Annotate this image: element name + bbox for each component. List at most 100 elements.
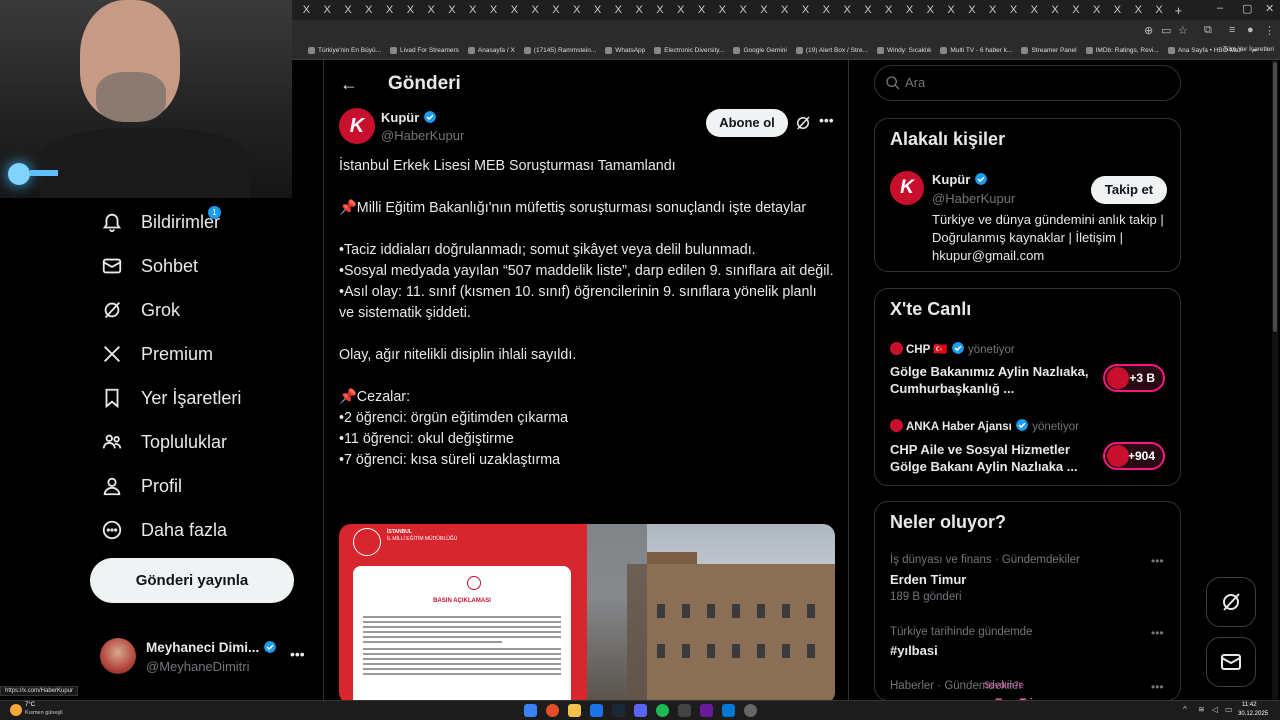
bookmark-item[interactable]: Livad For Streamers [390, 47, 459, 54]
bookmark-item[interactable]: Anasayfa / X [467, 47, 515, 54]
tab-close-icon[interactable]: X [837, 4, 858, 16]
tab-close-icon[interactable]: X [774, 4, 795, 16]
tweet-media[interactable]: İSTANBUL İL MİLLİ EĞİTİM MÜDÜRLÜĞÜ BASIN… [339, 524, 835, 700]
media-school-photo[interactable] [587, 524, 835, 700]
author-handle[interactable]: @HaberKupur [381, 128, 464, 143]
tab-close-icon[interactable]: X [587, 4, 608, 16]
media-icon[interactable]: ≡ [1229, 24, 1235, 36]
tab-close-icon[interactable]: X [962, 4, 983, 16]
nav-item-premium[interactable]: Premium [96, 332, 306, 376]
maximize-icon[interactable]: ▢ [1242, 2, 1252, 15]
weather-icon[interactable] [10, 704, 22, 716]
bookmark-item[interactable]: (19) Alert Box / Stre... [795, 47, 868, 54]
tab-close-icon[interactable]: X [1086, 4, 1107, 16]
tab-close-icon[interactable]: X [525, 4, 546, 16]
nav-item-bookmarks[interactable]: Yer İşaretleri [96, 376, 306, 420]
tab-close-icon[interactable]: X [629, 4, 650, 16]
tab-close-icon[interactable]: X [1149, 4, 1170, 16]
spotify-icon[interactable] [656, 704, 669, 717]
bookmark-item[interactable]: IMDb: Ratings, Revi... [1085, 47, 1159, 54]
live-host[interactable]: CHP 🇹🇷 yönetiyor [890, 341, 1015, 356]
bookmark-item[interactable]: WhatsApp [605, 47, 645, 54]
obs-icon[interactable] [744, 704, 757, 717]
tab-close-icon[interactable]: X [1045, 4, 1066, 16]
nav-item-communities[interactable]: Topluluklar [96, 420, 306, 464]
tab-close-icon[interactable]: X [1107, 4, 1128, 16]
nav-item-more[interactable]: Daha fazla [96, 508, 306, 552]
tab-close-icon[interactable]: X [816, 4, 837, 16]
clock-time[interactable]: 11:42 [1242, 702, 1257, 708]
tab-close-icon[interactable]: X [1024, 4, 1045, 16]
tab-close-icon[interactable]: X [296, 4, 317, 16]
tab-close-icon[interactable]: X [400, 4, 421, 16]
tab-close-icon[interactable]: X [338, 4, 359, 16]
nav-item-chat[interactable]: Sohbet [96, 244, 306, 288]
tab-close-icon[interactable]: X [878, 4, 899, 16]
tab-close-icon[interactable]: X [483, 4, 504, 16]
tab-close-icon[interactable]: X [712, 4, 733, 16]
subscribe-button[interactable]: Abone ol [706, 109, 788, 137]
live-space-title[interactable]: CHP Aile ve Sosyal Hizmetler Gölge Bakan… [890, 441, 1090, 475]
tab-close-icon[interactable]: X [754, 4, 775, 16]
tab-close-icon[interactable]: X [1003, 4, 1024, 16]
related-avatar[interactable]: K [890, 171, 924, 205]
tweet-more-icon[interactable]: ••• [819, 112, 834, 128]
app-icon[interactable] [678, 704, 691, 717]
nav-item-grok[interactable]: Grok [96, 288, 306, 332]
trend-name[interactable]: Erden Timur [890, 572, 966, 587]
trend-more-icon[interactable]: ••• [1151, 680, 1164, 694]
tab-close-icon[interactable]: X [982, 4, 1003, 16]
tab-close-icon[interactable]: X [317, 4, 338, 16]
search-input[interactable]: Ara [874, 65, 1181, 101]
tab-close-icon[interactable]: X [566, 4, 587, 16]
tab-close-icon[interactable]: X [462, 4, 483, 16]
tab-close-icon[interactable]: X [421, 4, 442, 16]
cast-icon[interactable]: ▭ [1161, 24, 1171, 37]
tab-close-icon[interactable]: X [733, 4, 754, 16]
discord-icon[interactable] [634, 704, 647, 717]
author-name[interactable]: Kupür [381, 110, 437, 125]
bookmark-item[interactable]: Google Gemini [733, 47, 787, 54]
related-name[interactable]: Kupür [932, 172, 988, 187]
account-more-icon[interactable]: ••• [290, 646, 305, 662]
trend-more-icon[interactable]: ••• [1151, 626, 1164, 640]
bookmark-item[interactable]: Multi TV - 6 haber k... [940, 47, 1012, 54]
bookmark-item[interactable]: Electronic Diversity... [654, 47, 724, 54]
nav-item-profile[interactable]: Profil [96, 464, 306, 508]
live-listeners-pill[interactable]: +904 [1103, 442, 1165, 470]
zoom-icon[interactable]: ⊕ [1144, 24, 1153, 37]
explorer-icon[interactable] [568, 704, 581, 717]
post-button[interactable]: Gönderi yayınla [90, 558, 294, 603]
extensions-icon[interactable]: ⧉ [1204, 24, 1212, 37]
grok-icon[interactable] [794, 114, 812, 132]
account-switcher[interactable]: Meyhaneci Dimi... @MeyhaneDimitri ••• [96, 634, 311, 678]
bookmark-item[interactable]: Windy: Sıcaklık [876, 47, 931, 54]
tab-close-icon[interactable]: X [670, 4, 691, 16]
follow-button[interactable]: Takip et [1091, 176, 1167, 204]
nav-item-notifications[interactable]: 1 Bildirimler [96, 200, 306, 244]
all-bookmarks[interactable]: Tüm Yer İşaretleri [1223, 46, 1274, 53]
star-icon[interactable]: ☆ [1178, 24, 1188, 37]
bookmark-item[interactable]: Türkiye'nin En Büyü... [308, 47, 381, 54]
steam-icon[interactable] [612, 704, 625, 717]
messages-fab-button[interactable] [1206, 637, 1256, 687]
new-tab-button[interactable]: + [1169, 3, 1187, 18]
tab-close-icon[interactable]: X [504, 4, 525, 16]
live-space-title[interactable]: Gölge Bakanımız Aylin Nazlıaka, Cumhurba… [890, 363, 1090, 397]
tray-chevron-icon[interactable]: ^ [1183, 705, 1187, 714]
tab-close-icon[interactable]: X [608, 4, 629, 16]
live-listeners-pill[interactable]: +3 B [1103, 364, 1165, 392]
media-press-release[interactable]: İSTANBUL İL MİLLİ EĞİTİM MÜDÜRLÜĞÜ BASIN… [339, 524, 587, 700]
close-window-icon[interactable]: ✕ [1265, 2, 1274, 15]
volume-icon[interactable]: ◁ [1212, 705, 1218, 714]
back-arrow-icon[interactable]: ← [340, 74, 358, 95]
tab-close-icon[interactable]: X [1128, 4, 1149, 16]
tab-close-icon[interactable]: X [442, 4, 463, 16]
tab-close-icon[interactable]: X [650, 4, 671, 16]
related-handle[interactable]: @HaberKupur [932, 191, 1015, 206]
battery-icon[interactable]: ▭ [1225, 705, 1233, 714]
trend-more-icon[interactable]: ••• [1151, 554, 1164, 568]
tab-close-icon[interactable]: X [941, 4, 962, 16]
tab-close-icon[interactable]: X [920, 4, 941, 16]
grok-fab-button[interactable] [1206, 577, 1256, 627]
